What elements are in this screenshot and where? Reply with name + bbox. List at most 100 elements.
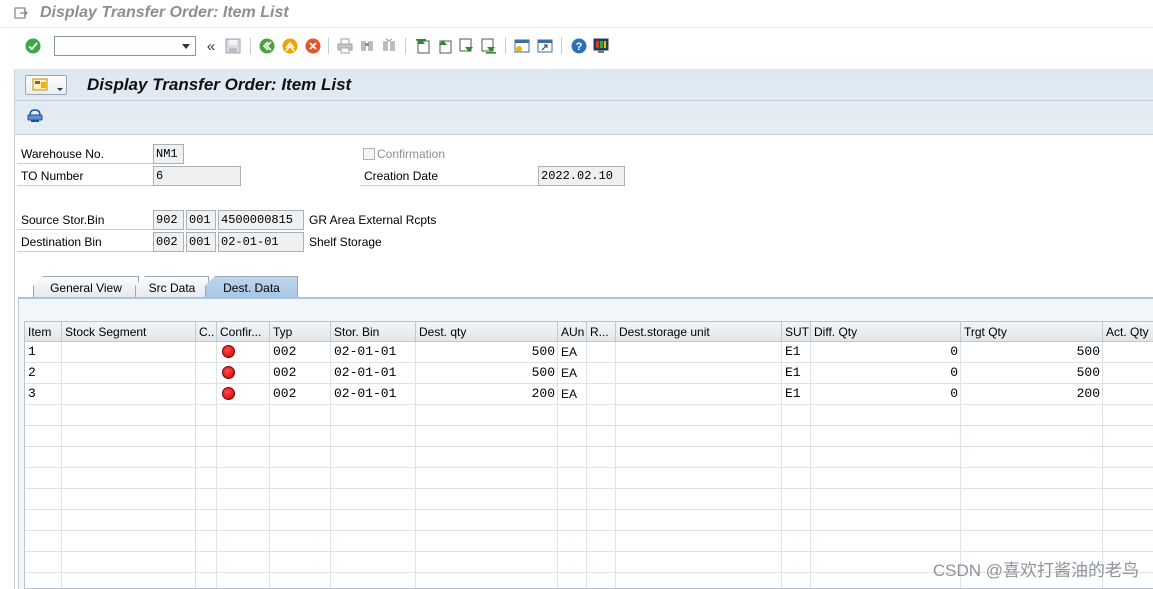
table-cell[interactable]	[196, 363, 217, 384]
empty-cell[interactable]	[196, 489, 217, 510]
find-icon[interactable]	[358, 37, 376, 55]
empty-cell[interactable]	[270, 510, 331, 531]
empty-cell[interactable]	[1103, 447, 1153, 468]
column-header[interactable]: R...	[587, 322, 616, 342]
empty-cell[interactable]	[196, 531, 217, 552]
first-page-icon[interactable]	[414, 37, 432, 55]
empty-cell[interactable]	[416, 489, 558, 510]
empty-cell[interactable]	[331, 531, 416, 552]
customize-layout-icon[interactable]	[592, 37, 610, 55]
table-cell[interactable]: 0	[811, 384, 961, 405]
empty-cell[interactable]	[961, 531, 1103, 552]
column-header[interactable]: Stock Segment	[62, 322, 196, 342]
source-type-field[interactable]: 902	[153, 210, 184, 230]
table-cell[interactable]: 0	[811, 342, 961, 363]
table-cell[interactable]: 200	[961, 384, 1103, 405]
table-cell[interactable]: EA	[558, 384, 587, 405]
empty-cell[interactable]	[782, 447, 811, 468]
empty-cell[interactable]	[25, 447, 62, 468]
to-number-field[interactable]: 6	[153, 166, 241, 186]
table-cell[interactable]: 02-01-01	[331, 384, 416, 405]
empty-cell[interactable]	[416, 468, 558, 489]
empty-cell[interactable]	[811, 468, 961, 489]
column-header[interactable]: AUn	[558, 322, 587, 342]
empty-cell[interactable]	[1103, 426, 1153, 447]
table-cell[interactable]	[616, 342, 782, 363]
empty-cell[interactable]	[331, 405, 416, 426]
cancel-icon[interactable]	[304, 37, 322, 55]
empty-cell[interactable]	[616, 573, 782, 588]
table-cell[interactable]	[616, 363, 782, 384]
empty-cell[interactable]	[416, 510, 558, 531]
table-cell[interactable]: 500	[416, 342, 558, 363]
empty-cell[interactable]	[811, 426, 961, 447]
table-cell[interactable]: EA	[558, 342, 587, 363]
exit-icon[interactable]	[281, 37, 299, 55]
empty-cell[interactable]	[587, 552, 616, 573]
empty-cell[interactable]	[331, 468, 416, 489]
empty-cell[interactable]	[62, 447, 196, 468]
empty-cell[interactable]	[270, 426, 331, 447]
column-header[interactable]: Confir...	[217, 322, 270, 342]
empty-cell[interactable]	[331, 552, 416, 573]
empty-cell[interactable]	[62, 552, 196, 573]
empty-cell[interactable]	[270, 489, 331, 510]
empty-cell[interactable]	[25, 573, 62, 588]
empty-cell[interactable]	[558, 573, 587, 588]
empty-cell[interactable]	[196, 426, 217, 447]
empty-cell[interactable]	[331, 447, 416, 468]
empty-cell[interactable]	[558, 510, 587, 531]
enter-icon[interactable]	[24, 37, 42, 55]
collapse-icon[interactable]: «	[202, 37, 220, 55]
column-header[interactable]: Trgt Qty	[961, 322, 1103, 342]
menu-button[interactable]	[25, 75, 67, 95]
empty-cell[interactable]	[62, 510, 196, 531]
empty-cell[interactable]	[782, 426, 811, 447]
empty-cell[interactable]	[782, 510, 811, 531]
empty-cell[interactable]	[196, 468, 217, 489]
empty-cell[interactable]	[217, 573, 270, 588]
empty-cell[interactable]	[1103, 468, 1153, 489]
empty-cell[interactable]	[62, 426, 196, 447]
empty-cell[interactable]	[961, 405, 1103, 426]
empty-cell[interactable]	[62, 468, 196, 489]
back-icon[interactable]	[258, 37, 276, 55]
table-cell[interactable]: 200	[416, 384, 558, 405]
column-header[interactable]: Dest.storage unit	[616, 322, 782, 342]
column-header[interactable]: Act. Qty	[1103, 322, 1153, 342]
shortcut-icon[interactable]	[536, 37, 554, 55]
empty-cell[interactable]	[811, 447, 961, 468]
empty-cell[interactable]	[217, 552, 270, 573]
empty-cell[interactable]	[587, 426, 616, 447]
empty-cell[interactable]	[1103, 405, 1153, 426]
destination-section-field[interactable]: 001	[186, 232, 216, 252]
table-cell[interactable]: 500	[416, 363, 558, 384]
last-page-icon[interactable]	[480, 37, 498, 55]
next-page-icon[interactable]	[458, 37, 476, 55]
table-cell[interactable]: E1	[782, 363, 811, 384]
empty-cell[interactable]	[1103, 510, 1153, 531]
column-header[interactable]: Item	[25, 322, 62, 342]
table-cell[interactable]	[217, 384, 270, 405]
destination-bin-field[interactable]: 02-01-01	[218, 232, 304, 252]
empty-cell[interactable]	[196, 573, 217, 588]
empty-cell[interactable]	[961, 468, 1103, 489]
empty-cell[interactable]	[616, 489, 782, 510]
empty-cell[interactable]	[558, 468, 587, 489]
empty-cell[interactable]	[782, 468, 811, 489]
empty-cell[interactable]	[270, 573, 331, 588]
print-preview-icon[interactable]	[27, 109, 43, 123]
empty-cell[interactable]	[782, 573, 811, 588]
empty-cell[interactable]	[616, 552, 782, 573]
exit-session-icon[interactable]	[14, 6, 28, 20]
empty-cell[interactable]	[616, 510, 782, 531]
creation-date-field[interactable]: 2022.02.10	[538, 166, 625, 186]
empty-cell[interactable]	[62, 573, 196, 588]
table-cell[interactable]	[587, 363, 616, 384]
empty-cell[interactable]	[811, 510, 961, 531]
table-cell[interactable]	[1103, 342, 1153, 363]
empty-cell[interactable]	[270, 531, 331, 552]
empty-cell[interactable]	[217, 489, 270, 510]
table-cell[interactable]	[196, 384, 217, 405]
empty-cell[interactable]	[270, 447, 331, 468]
